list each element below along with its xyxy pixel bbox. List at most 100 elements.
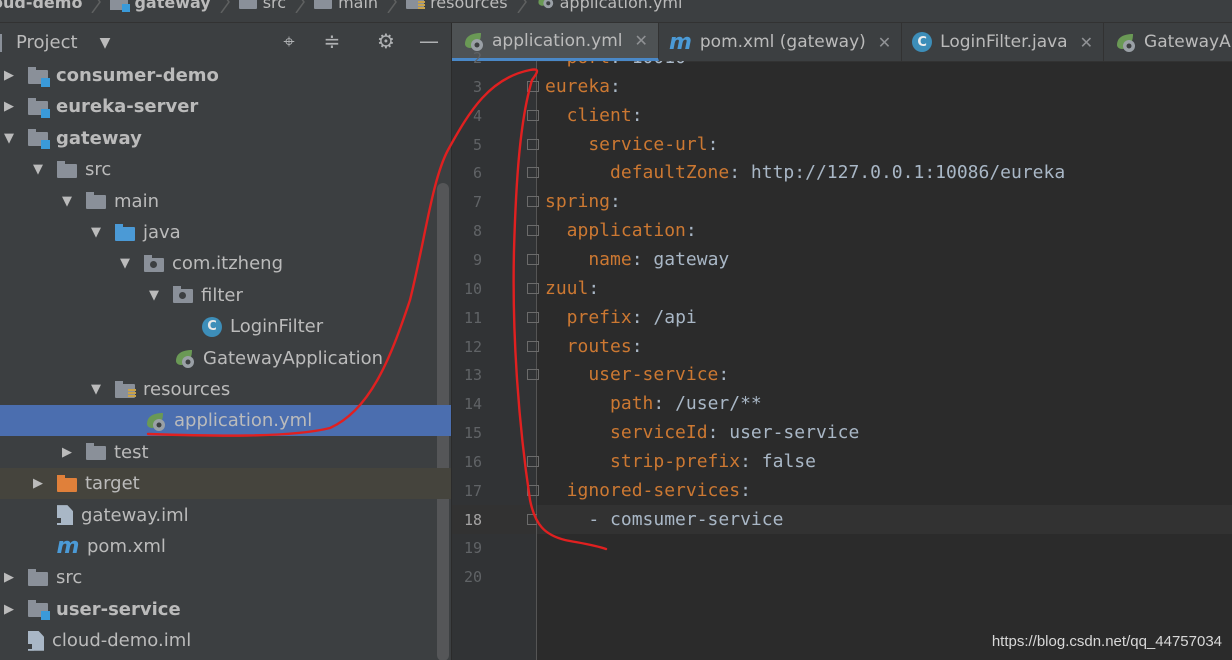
tree-item[interactable]: ▶ src: [0, 562, 451, 593]
tree-item[interactable]: ▼ filter: [0, 280, 451, 311]
line-number: 5: [472, 135, 482, 154]
expand-arrow-icon[interactable]: ▼: [31, 162, 45, 177]
yaml-key: defaultZone: [545, 162, 730, 184]
folder-icon: [28, 568, 48, 587]
collapse-arrow-icon[interactable]: ▶: [2, 68, 16, 83]
line-number: 19: [463, 539, 482, 558]
yaml-key: prefix: [545, 306, 632, 328]
tree-item-label: LoginFilter: [230, 316, 324, 338]
spring-icon: [144, 410, 166, 432]
breadcrumb-label: resources: [430, 0, 508, 12]
tree-item-label: application.yml: [174, 410, 313, 432]
close-tab-icon[interactable]: ✕: [878, 33, 891, 52]
tab-pom[interactable]: m pom.xml (gateway) ✕: [659, 23, 903, 61]
expand-arrow-icon[interactable]: ▼: [118, 256, 132, 271]
close-tab-icon[interactable]: ✕: [1080, 33, 1093, 52]
breadcrumb-label: oud-demo: [0, 0, 83, 12]
expand-arrow-icon[interactable]: ▼: [60, 194, 74, 209]
spring-icon: [173, 347, 195, 369]
line-number: 16: [463, 452, 482, 471]
code-line: serviceId: user-service: [545, 418, 859, 447]
tree-item-label: src: [56, 567, 83, 589]
tree-item[interactable]: ▶ consumer-demo: [0, 61, 451, 91]
folder-icon: [238, 0, 257, 9]
collapse-arrow-icon[interactable]: ▶: [2, 99, 16, 114]
project-view-selector[interactable]: Project ▼: [0, 32, 110, 53]
iml-file-icon: [28, 630, 44, 651]
tree-item[interactable]: ▼ com.itzheng: [0, 248, 451, 279]
expand-arrow-icon[interactable]: ▼: [147, 288, 161, 303]
collapse-arrow-icon[interactable]: ▶: [2, 570, 16, 585]
yaml-separator: :: [610, 191, 621, 213]
yaml-separator: :: [707, 422, 730, 444]
minimize-icon[interactable]: —: [417, 29, 441, 53]
breadcrumb-item[interactable]: resources: [406, 0, 508, 12]
collapse-arrow-icon[interactable]: ▶: [31, 476, 45, 491]
tree-item[interactable]: ▶ test: [0, 437, 451, 468]
module-folder-icon: [28, 66, 50, 87]
code-editor[interactable]: port: 10010eureka: client: service-url: …: [537, 61, 1232, 660]
code-line: eureka:: [545, 72, 621, 101]
tree-item-label: src: [85, 159, 112, 181]
collapse-all-icon[interactable]: ≑: [320, 29, 344, 53]
line-number: 3: [472, 77, 482, 96]
collapse-arrow-icon[interactable]: ▶: [60, 445, 74, 460]
code-line: service-url:: [545, 130, 718, 159]
tree-item[interactable]: C LoginFilter: [0, 311, 451, 342]
gear-icon[interactable]: ⚙: [374, 29, 398, 53]
tree-item[interactable]: ▼ src: [0, 154, 451, 185]
breadcrumb-label: main: [338, 0, 379, 12]
class-icon: C: [202, 316, 222, 337]
yaml-separator: :: [740, 450, 762, 472]
tree-item[interactable]: GatewayApplication: [0, 343, 451, 374]
chevron-down-icon[interactable]: ▼: [100, 35, 111, 51]
yaml-value: /api: [653, 306, 697, 328]
tree-item[interactable]: ▼ java: [0, 217, 451, 248]
tree-item[interactable]: ▼ gateway: [0, 123, 451, 154]
expand-arrow-icon[interactable]: ▼: [89, 382, 103, 397]
breadcrumb-separator-icon: [514, 0, 530, 14]
project-icon: [0, 33, 8, 52]
line-number: 13: [463, 366, 482, 385]
yaml-key: routes: [545, 335, 632, 357]
yaml-separator: :: [729, 162, 751, 184]
yaml-key: port: [545, 61, 610, 68]
collapse-arrow-icon[interactable]: ▶: [2, 602, 16, 617]
tree-item[interactable]: ▶ target: [0, 468, 451, 500]
tab-loginfilter[interactable]: C LoginFilter.java ✕: [902, 23, 1105, 61]
breadcrumb-item[interactable]: gateway: [110, 0, 211, 12]
breadcrumb-item[interactable]: main: [314, 0, 378, 12]
crosshair-icon[interactable]: ⌖: [277, 29, 301, 53]
tab-gatewayappl[interactable]: GatewayAppl: [1104, 23, 1232, 61]
tree-item[interactable]: ▶ eureka-server: [0, 91, 451, 122]
breadcrumb-item[interactable]: application.yml: [536, 0, 682, 13]
line-number: 14: [463, 395, 482, 414]
tree-item[interactable]: ▼ resources: [0, 374, 451, 405]
yaml-separator: :: [685, 220, 697, 242]
excluded-folder-icon: [57, 474, 77, 493]
yaml-separator: :: [740, 479, 751, 501]
tree-item-label: main: [114, 190, 159, 212]
yaml-value: false: [761, 450, 816, 472]
close-tab-icon[interactable]: ✕: [635, 31, 648, 50]
breadcrumb-item[interactable]: src: [238, 0, 286, 12]
source-folder-icon: [115, 223, 135, 242]
tab-label: pom.xml (gateway): [699, 32, 866, 52]
tab-label: LoginFilter.java: [940, 32, 1068, 52]
code-line: user-service:: [545, 360, 729, 389]
code-line: - comsumer-service: [545, 505, 783, 534]
tree-item[interactable]: cloud-demo.iml: [0, 625, 451, 656]
yaml-key: serviceId: [545, 422, 708, 444]
tab-label: application.yml: [492, 30, 623, 51]
breadcrumb-item[interactable]: oud-demo: [0, 0, 82, 12]
tab-application[interactable]: application.yml ✕: [452, 23, 659, 61]
tree-item[interactable]: gateway.iml: [0, 500, 451, 531]
tree-item[interactable]: m pom.xml: [0, 531, 451, 562]
expand-arrow-icon[interactable]: ▼: [2, 131, 16, 146]
expand-arrow-icon[interactable]: ▼: [89, 225, 103, 240]
tree-item[interactable]: ▶ user-service: [0, 594, 451, 625]
resources-folder-icon: [115, 380, 136, 399]
tree-item[interactable]: application.yml: [0, 405, 451, 437]
tree-item[interactable]: ▼ main: [0, 186, 451, 217]
tree-item-label: gateway: [56, 127, 142, 149]
